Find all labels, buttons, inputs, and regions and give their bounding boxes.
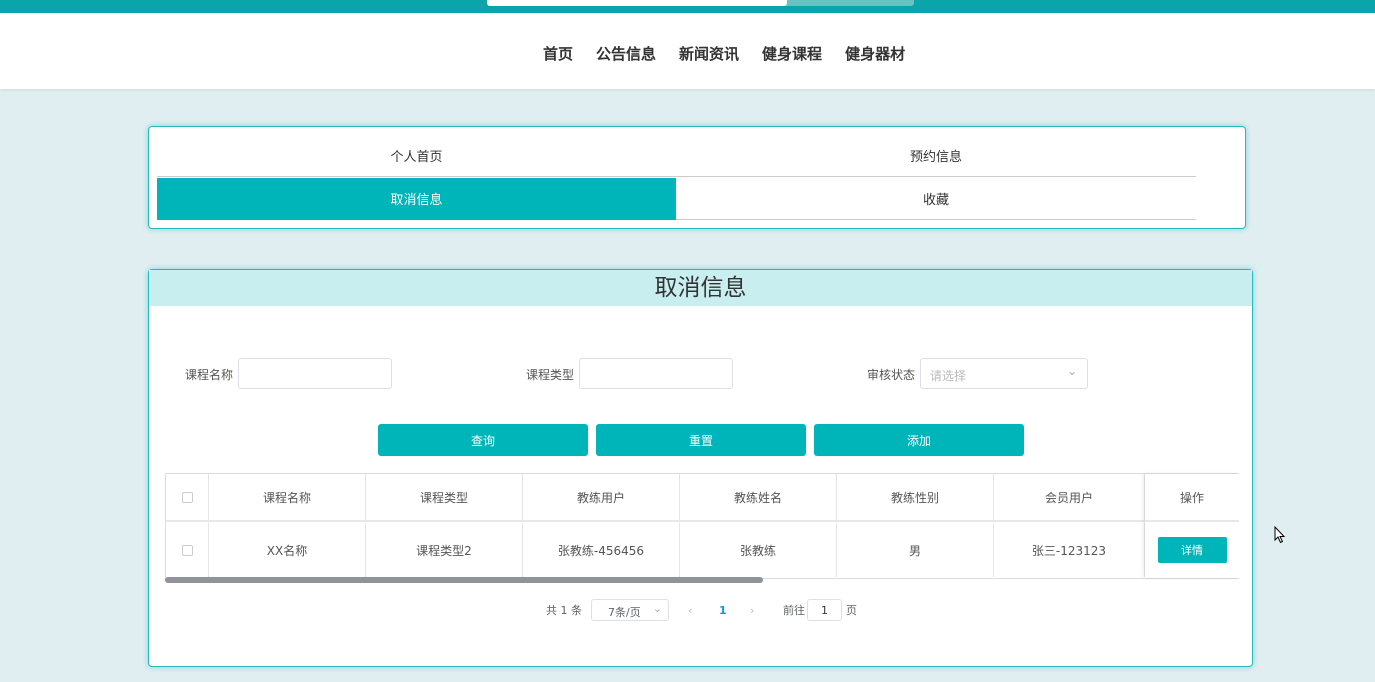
nav-item-fitness-courses[interactable]: 健身课程 [762,43,822,64]
detail-button[interactable]: 详情 [1157,537,1227,563]
table-row-select [166,523,209,577]
chevron-down-icon: ⌄ [1066,364,1077,378]
table-cell: 男 [837,523,994,577]
page-size-select[interactable]: 7条/页 ⌄ [591,599,669,621]
tab-personal-home[interactable]: 个人首页 [157,135,676,177]
nav-item-announcements[interactable]: 公告信息 [596,43,656,64]
top-accent-bar [0,0,1375,13]
nav-item-news[interactable]: 新闻资讯 [679,43,739,64]
reset-button[interactable]: 重置 [596,424,806,456]
pagination: 共 1 条 7条/页 ⌄ ‹ 1 › 前往 1 页 [149,599,1252,621]
top-scroll-thumb[interactable] [487,0,787,6]
course-name-label: 课程名称 [185,368,234,382]
goto-page-input[interactable]: 1 [807,599,842,621]
tab-cancel-info[interactable]: 取消信息 [157,178,676,220]
header-select-all [166,474,209,522]
main-navbar: 首页 公告信息 新闻资讯 健身课程 健身器材 [0,13,1375,89]
fixed-operation-column: 操作 详情 [1145,474,1239,578]
table-horizontal-scrollbar[interactable] [165,577,763,583]
review-status-select[interactable]: 请选择 ⌄ [920,358,1088,389]
nav-menu: 首页 公告信息 新闻资讯 健身课程 健身器材 [543,43,928,64]
course-type-input[interactable] [579,358,733,389]
header-coach-gender: 教练性别 [837,474,994,522]
nav-item-fitness-equipment[interactable]: 健身器材 [845,43,905,64]
table-cell: 课程类型2 [366,523,523,577]
next-page-icon[interactable]: › [750,599,754,621]
total-count: 共 1 条 [546,604,582,617]
header-course-name: 课程名称 [209,474,366,522]
tab-booking-info[interactable]: 预约信息 [676,135,1196,177]
table-cell: 张三-123123 [994,523,1145,577]
status-placeholder: 请选择 [930,369,967,383]
header-member-user: 会员用户 [994,474,1145,522]
operation-cell: 详情 [1145,523,1239,577]
table-cell: 张教练 [680,523,837,577]
add-button[interactable]: 添加 [814,424,1024,456]
header-coach-user: 教练用户 [523,474,680,522]
page-suffix: 页 [846,604,857,617]
table-cell: 张教练-456456 [523,523,680,577]
panel-title: 取消信息 [149,270,1252,306]
table-cell: XX名称 [209,523,366,577]
cancel-info-panel: 取消信息 课程名称 课程类型 审核状态 请选择 ⌄ 查询 重置 添加 课程名称 … [148,269,1253,667]
prev-page-icon[interactable]: ‹ [688,599,692,621]
course-type-label: 课程类型 [526,368,575,382]
nav-item-home[interactable]: 首页 [543,43,573,64]
goto-label: 前往 [783,604,805,617]
course-name-input[interactable] [238,358,392,389]
chevron-down-icon: ⌄ [652,602,662,615]
select-all-checkbox[interactable] [181,491,193,503]
tab-favorites[interactable]: 收藏 [676,178,1196,220]
header-operation: 操作 [1145,474,1239,522]
cancel-info-table: 课程名称 课程类型 教练用户 教练姓名 教练性别 会员用户 XX名称 课程类型2… [165,473,1239,579]
user-center-tabs: 个人首页 预约信息 取消信息 收藏 [148,126,1246,229]
review-status-label: 审核状态 [867,368,916,382]
current-page[interactable]: 1 [719,599,727,621]
query-button[interactable]: 查询 [378,424,588,456]
row-checkbox[interactable] [181,544,193,556]
header-course-type: 课程类型 [366,474,523,522]
header-coach-name: 教练姓名 [680,474,837,522]
mouse-pointer-icon [1274,526,1286,544]
page-size-value: 7条/页 [608,606,641,619]
